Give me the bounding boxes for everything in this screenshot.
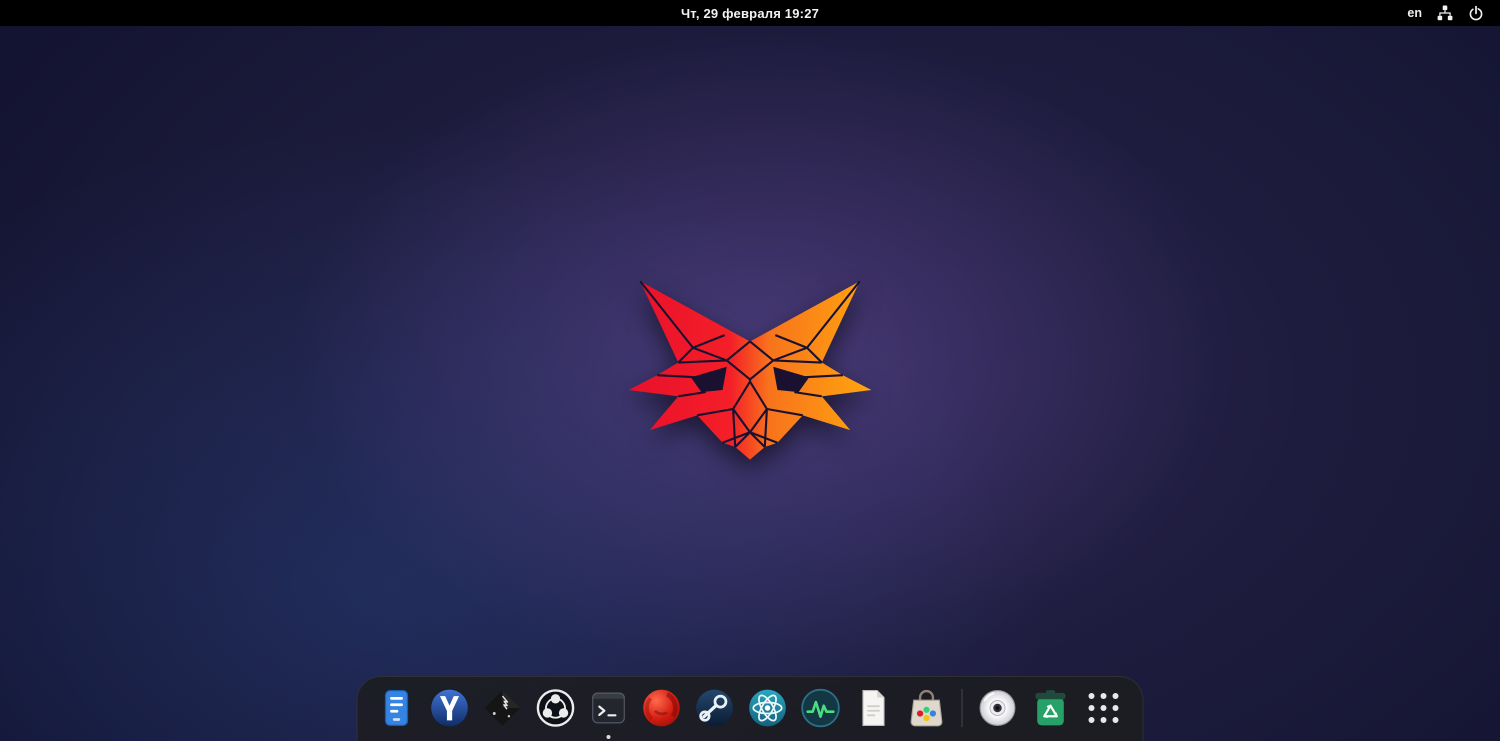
- show-applications-icon: [1088, 693, 1119, 723]
- recycle-trash-icon: [1035, 690, 1066, 726]
- wallpaper: [0, 26, 1500, 741]
- steam-icon: [696, 689, 733, 727]
- dock-item-red-app[interactable]: [639, 685, 685, 731]
- dock-item-system-monitor[interactable]: [798, 685, 844, 731]
- dock-item-terminal[interactable]: [586, 685, 632, 739]
- dock-item-inkscape[interactable]: [480, 685, 526, 731]
- files-notes-app-icon: [384, 689, 409, 727]
- dock-item-obs-studio[interactable]: [533, 685, 579, 731]
- dock-item-yandex-browser[interactable]: [427, 685, 473, 731]
- red-sphere-app-icon: [643, 689, 680, 727]
- document-app-icon: [862, 690, 885, 726]
- software-store-icon: [910, 689, 943, 727]
- dock-item-software-store[interactable]: [904, 685, 950, 731]
- top-bar: Чт, 29 февраля 19:27 en: [0, 0, 1500, 26]
- dock-item-document[interactable]: [851, 685, 897, 731]
- system-monitor-icon: [801, 688, 840, 728]
- dock: [356, 676, 1144, 741]
- dock-item-files[interactable]: [374, 685, 420, 731]
- dock-item-disc[interactable]: [975, 685, 1021, 731]
- inkscape-icon: [484, 690, 521, 726]
- obs-studio-icon: [536, 689, 575, 727]
- terminal-icon: [592, 692, 625, 724]
- dock-item-show-applications[interactable]: [1081, 685, 1127, 731]
- clock[interactable]: Чт, 29 февраля 19:27: [0, 6, 1500, 21]
- dock-item-atom-app[interactable]: [745, 685, 791, 731]
- dock-separator: [961, 689, 963, 727]
- atom-science-app-icon: [749, 689, 786, 727]
- workspaces-tree-icon[interactable]: [1437, 5, 1453, 21]
- dock-item-steam[interactable]: [692, 685, 738, 731]
- running-indicator: [606, 735, 611, 739]
- desktop: Чт, 29 февраля 19:27 en: [0, 0, 1500, 741]
- yandex-browser-icon: [431, 689, 468, 727]
- system-indicators[interactable]: en: [1401, 0, 1490, 26]
- disc-media-icon: [979, 690, 1016, 726]
- power-icon[interactable]: [1468, 5, 1484, 21]
- dock-item-trash[interactable]: [1028, 685, 1074, 731]
- keyboard-layout-indicator[interactable]: en: [1407, 6, 1422, 20]
- wallpaper-fox-logo: [628, 280, 872, 460]
